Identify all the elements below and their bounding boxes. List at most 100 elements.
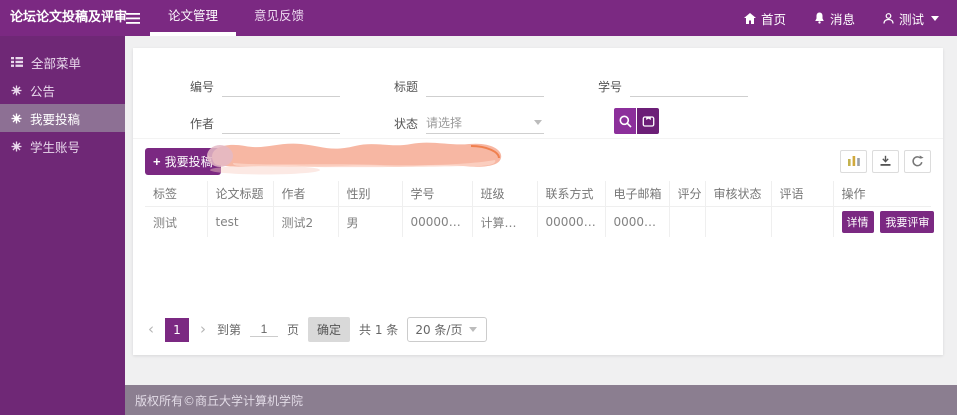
sidebar-item-announcements[interactable]: 公告 (0, 76, 125, 104)
sidebar-item-student-accounts[interactable]: 学生账号 (0, 132, 125, 160)
sidebar-item-my-submission[interactable]: 我要投稿 (0, 104, 125, 132)
number-label: 编号 (190, 80, 215, 94)
search-button[interactable] (614, 108, 636, 134)
refresh-button[interactable] (904, 149, 931, 173)
list-icon (11, 57, 23, 67)
columns-icon (847, 156, 860, 166)
main-content: 编号 标题 学号 作者 状态 请选择 + 我要投稿 标签 论文标题 作者 性别 … (125, 36, 957, 385)
home-link[interactable]: 首页 (743, 9, 786, 28)
top-tabs: 论文管理 意见反馈 (150, 0, 322, 36)
next-page-button[interactable]: › (198, 322, 208, 337)
field-author: 作者 (190, 112, 340, 134)
copyright-text: 版权所有©商丘大学计算机学院 (135, 393, 304, 408)
sidebar-item-all-menus[interactable]: 全部菜单 (0, 48, 125, 76)
cell-tag: 测试 (144, 206, 208, 238)
user-name: 测试 (898, 11, 924, 27)
field-status: 状态 请选择 (394, 112, 544, 134)
bell-icon (815, 12, 824, 24)
user-icon (883, 12, 894, 24)
col-review-status: 审核状态 (704, 180, 772, 207)
reset-button[interactable] (637, 108, 659, 134)
title-input[interactable] (426, 75, 544, 97)
sidebar: 全部菜单 公告 我要投稿 学生账号 (0, 36, 125, 415)
student-no-input[interactable] (630, 75, 748, 97)
col-email: 电子邮箱 (604, 180, 670, 207)
col-class: 班级 (471, 180, 538, 207)
total-count-label: 共 1 条 (359, 323, 399, 337)
sidebar-item-label: 全部菜单 (31, 55, 82, 71)
add-submission-label: 我要投稿 (164, 154, 213, 169)
page-size-select[interactable]: 20 条/页 (407, 317, 488, 342)
goto-suffix-label: 页 (287, 323, 300, 337)
cell-contact: 00000000001 (536, 206, 606, 238)
search-buttons (614, 108, 659, 134)
tab-feedback[interactable]: 意见反馈 (236, 0, 322, 36)
sidebar-item-label: 我要投稿 (30, 111, 81, 127)
messages-link[interactable]: 消息 (814, 9, 855, 28)
review-button[interactable]: 我要评审 (880, 211, 935, 233)
chevron-down-icon (931, 15, 939, 21)
footer: 版权所有©商丘大学计算机学院 (125, 385, 957, 415)
gear-icon (11, 113, 22, 123)
add-submission-button[interactable]: + 我要投稿 (145, 147, 221, 175)
sidebar-item-label: 公告 (30, 83, 56, 99)
chevron-down-icon (469, 327, 478, 332)
pagination: ‹ 1 › 到第 页 确定 共 1 条 20 条/页 (146, 317, 488, 342)
app-title: 论坛论文投稿及评审 (10, 10, 128, 25)
cell-paper-title: test (206, 206, 274, 238)
hamburger-icon (126, 12, 140, 24)
user-menu[interactable]: 测试 (883, 9, 939, 28)
toggle-columns-button[interactable] (840, 149, 867, 173)
goto-confirm-button[interactable]: 确定 (308, 317, 351, 342)
cell-student-no: 00000001 (401, 206, 473, 238)
prev-page-button[interactable]: ‹ (146, 322, 156, 337)
plus-icon: + (153, 153, 161, 169)
status-select-value: 请选择 (426, 116, 463, 130)
tab-paper-management[interactable]: 论文管理 (150, 0, 237, 36)
cell-author: 测试2 (272, 206, 339, 238)
col-contact: 联系方式 (536, 180, 606, 207)
home-icon (743, 12, 756, 24)
page-size-value: 20 条/页 (415, 323, 463, 337)
details-button[interactable]: 详情 (841, 211, 874, 233)
eraser-icon (642, 115, 654, 127)
cell-actions: 详情 我要评审 (832, 206, 935, 238)
col-gender: 性别 (337, 180, 403, 207)
content-card: 编号 标题 学号 作者 状态 请选择 + 我要投稿 标签 论文标题 作者 性别 … (133, 48, 943, 355)
status-select[interactable]: 请选择 (426, 112, 544, 134)
menu-toggle-icon[interactable] (118, 0, 148, 36)
page-number-button[interactable]: 1 (165, 317, 189, 342)
col-paper-title: 论文标题 (206, 180, 274, 207)
col-tag: 标签 (144, 180, 208, 207)
papers-table: 标签 论文标题 作者 性别 学号 班级 联系方式 电子邮箱 评分 审核状态 评语… (144, 180, 935, 238)
col-score: 评分 (668, 180, 706, 207)
home-label: 首页 (760, 11, 786, 27)
goto-prefix-label: 到第 (217, 323, 242, 337)
table-toolbar: + 我要投稿 (133, 139, 943, 181)
col-actions: 操作 (832, 180, 932, 207)
number-input[interactable] (222, 75, 340, 97)
refresh-icon (912, 154, 924, 166)
table-header-row: 标签 论文标题 作者 性别 学号 班级 联系方式 电子邮箱 评分 审核状态 评语… (144, 180, 932, 207)
search-form: 编号 标题 学号 作者 状态 请选择 (133, 48, 943, 139)
gear-icon (11, 85, 22, 95)
cell-class: 计算机1班 (471, 206, 538, 238)
highlight-smear (207, 142, 502, 175)
field-student-no: 学号 (598, 75, 748, 97)
title-label: 标题 (394, 80, 419, 94)
author-input[interactable] (222, 112, 340, 134)
export-icon (880, 155, 891, 166)
messages-label: 消息 (829, 11, 855, 27)
field-number: 编号 (190, 75, 340, 97)
author-label: 作者 (190, 117, 215, 131)
search-icon (619, 115, 632, 128)
export-button[interactable] (872, 149, 899, 173)
cell-gender: 男 (337, 206, 403, 238)
cell-comments (770, 206, 834, 238)
field-title: 标题 (394, 75, 544, 97)
topbar-right: 首页 消息 测试 (743, 0, 957, 36)
col-comments: 评语 (770, 180, 834, 207)
goto-page-input[interactable] (250, 322, 279, 337)
cell-review-status (704, 206, 772, 238)
status-label: 状态 (394, 117, 419, 131)
